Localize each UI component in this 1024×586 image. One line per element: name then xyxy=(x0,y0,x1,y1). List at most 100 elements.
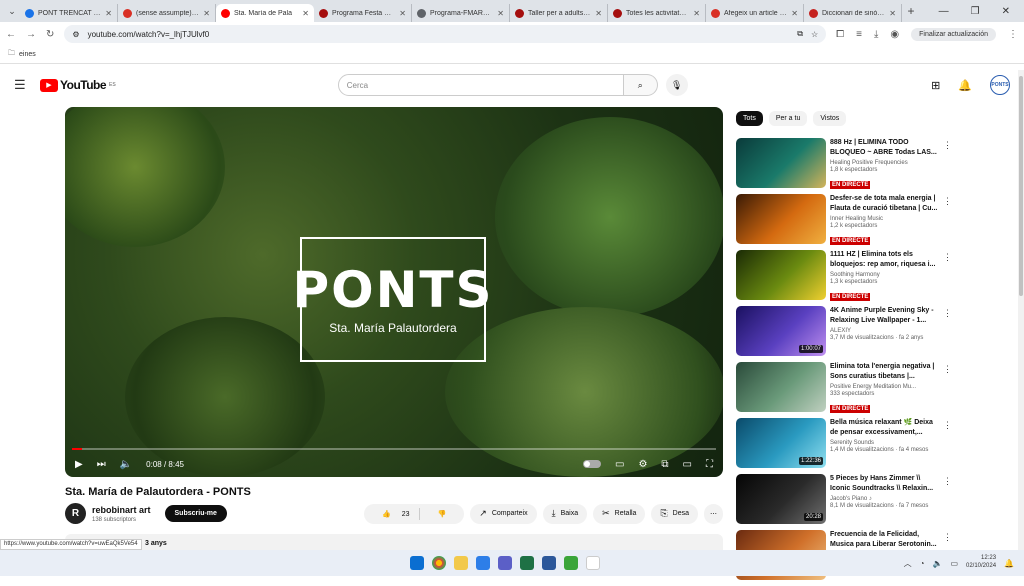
chrome-icon[interactable] xyxy=(432,556,446,570)
voice-search-icon[interactable]: 🎙 xyxy=(665,74,688,96)
filter-chip[interactable]: Per a tu xyxy=(768,111,808,126)
more-options-icon[interactable]: ⋮ xyxy=(943,364,952,375)
site-info-icon[interactable]: ⚙ xyxy=(72,30,79,39)
recommendation-item[interactable]: Desfer-se de tota mala energia | Flauta … xyxy=(736,194,952,250)
downloads-icon[interactable]: ⤓ xyxy=(874,29,878,40)
battery-icon[interactable]: ▭ xyxy=(950,559,958,568)
recommendation-channel[interactable]: ALEXIY xyxy=(830,328,938,334)
video-thumbnail[interactable] xyxy=(736,250,826,300)
tab-close-icon[interactable]: ✕ xyxy=(791,9,798,18)
recommendation-title[interactable]: Bella música relaxant 🌿 Deixa de pensar … xyxy=(830,418,938,438)
video-thumbnail[interactable]: 20:28 xyxy=(736,474,826,524)
tab-close-icon[interactable]: ✕ xyxy=(595,9,602,18)
browser-tab[interactable]: Taller per a adults: Inf ✕ xyxy=(510,4,608,22)
recommendation-title[interactable]: Frecuencia de la Felicidad, Musica para … xyxy=(830,530,938,550)
subtitles-icon[interactable]: ▭ xyxy=(615,459,624,470)
url-text[interactable]: youtube.com/watch?v=_lhjTJUlvf0 xyxy=(88,30,790,39)
more-actions-button[interactable]: ⋯ xyxy=(704,503,723,524)
filter-chip[interactable]: Vistos xyxy=(813,111,847,126)
channel-name[interactable]: rebobinart art xyxy=(92,505,151,515)
recommendation-item[interactable]: 1:00:07 4K Anime Purple Evening Sky - Re… xyxy=(736,306,952,362)
recommendation-channel[interactable]: Serenity Sounds xyxy=(830,440,938,446)
channel-avatar[interactable]: R xyxy=(65,503,86,524)
file-explorer-icon[interactable] xyxy=(454,556,468,570)
tab-close-icon[interactable]: ✕ xyxy=(203,9,210,18)
recommendation-title[interactable]: 5 Pieces by Hans Zimmer \\ Iconic Soundt… xyxy=(830,474,938,494)
dislike-button[interactable]: 👎 xyxy=(420,510,465,518)
video-thumbnail[interactable]: 1:00:07 xyxy=(736,306,826,356)
maximize-icon[interactable]: ❐ xyxy=(971,6,980,17)
browser-tab[interactable]: Afegeix un article nou ✕ xyxy=(706,4,804,22)
new-tab-button[interactable]: + xyxy=(902,4,920,18)
browser-tab[interactable]: Programa Festa Major ✕ xyxy=(314,4,412,22)
search-button[interactable]: ⌕ xyxy=(623,74,658,96)
fullscreen-icon[interactable]: ⛶ xyxy=(706,459,713,470)
bookmark-star-icon[interactable]: ☆ xyxy=(811,30,818,39)
recommendation-title[interactable]: Elimina tota l'energia negativa | Sons c… xyxy=(830,362,938,382)
recommendation-channel[interactable]: Positive Energy Meditation Mu... xyxy=(830,384,938,390)
recommendation-item[interactable]: 888 Hz | ELIMINA TODO BLOQUEO ~ ABRE Tod… xyxy=(736,138,952,194)
back-icon[interactable]: ← xyxy=(6,29,16,40)
tray-arrow-icon[interactable]: ︿ xyxy=(904,558,912,569)
notifications-icon[interactable]: 🔔 xyxy=(958,79,972,92)
close-window-icon[interactable]: ✕ xyxy=(1002,6,1010,17)
browser-tab[interactable]: (sense assumpte) - albar ✕ xyxy=(118,4,216,22)
description-box[interactable]: 3 anys xyxy=(65,534,723,550)
browser-tab[interactable]: PONT TRENCAT dimecres ✕ xyxy=(20,4,118,22)
notification-bell-icon[interactable]: 🔔 xyxy=(1004,559,1014,568)
reading-list-icon[interactable]: ≡ xyxy=(856,29,862,40)
update-button[interactable]: Finalizar actualización xyxy=(911,27,996,41)
download-button[interactable]: ⤓ Baixa xyxy=(542,503,588,524)
page-scrollbar[interactable] xyxy=(1018,70,1024,550)
notes-icon[interactable] xyxy=(586,556,600,570)
create-icon[interactable]: ⊞ xyxy=(931,79,940,92)
tab-close-icon[interactable]: ✕ xyxy=(889,9,896,18)
next-icon[interactable]: ⏭ xyxy=(97,459,106,470)
theater-mode-icon[interactable]: ▭ xyxy=(683,459,692,470)
browser-menu-icon[interactable]: ⋮ xyxy=(1008,29,1018,40)
tab-close-icon[interactable]: ✕ xyxy=(399,9,406,18)
more-options-icon[interactable]: ⋮ xyxy=(943,476,952,487)
more-options-icon[interactable]: ⋮ xyxy=(943,308,952,319)
play-icon[interactable]: ▶ xyxy=(75,459,83,470)
tab-close-icon[interactable]: ✕ xyxy=(693,9,700,18)
video-thumbnail[interactable] xyxy=(736,362,826,412)
address-bar[interactable]: ⚙ youtube.com/watch?v=_lhjTJUlvf0 ⧉ ☆ xyxy=(64,25,827,43)
recommendation-item[interactable]: Elimina tota l'energia negativa | Sons c… xyxy=(736,362,952,418)
recommendation-channel[interactable]: Jacob's Piano ♪ xyxy=(830,496,938,502)
clip-button[interactable]: ✂ Retalla xyxy=(593,503,646,524)
more-options-icon[interactable]: ⋮ xyxy=(943,140,952,151)
bookmark-folder-eines[interactable]: eines xyxy=(19,51,36,58)
start-icon[interactable] xyxy=(410,556,424,570)
save-button[interactable]: ⎘ Desa xyxy=(651,503,698,524)
recommendation-item[interactable]: 1111 HZ | Elimina tots els bloquejos: re… xyxy=(736,250,952,306)
word-icon[interactable] xyxy=(542,556,556,570)
tab-close-icon[interactable]: ✕ xyxy=(302,9,309,18)
extensions-icon[interactable]: ⧠ xyxy=(836,29,844,40)
mail-icon[interactable] xyxy=(476,556,490,570)
wifi-icon[interactable]: ◔ xyxy=(920,559,925,568)
search-input[interactable]: Cerca xyxy=(337,74,624,96)
scrollbar-thumb[interactable] xyxy=(1019,76,1023,296)
browser-tab[interactable]: Totes les activitats - Bib ✕ xyxy=(608,4,706,22)
recommendation-channel[interactable]: Inner Healing Music xyxy=(830,216,938,222)
app-icon[interactable] xyxy=(564,556,578,570)
recommendation-item[interactable]: 1:22:36 Bella música relaxant 🌿 Deixa de… xyxy=(736,418,952,474)
more-options-icon[interactable]: ⋮ xyxy=(943,196,952,207)
more-options-icon[interactable]: ⋮ xyxy=(943,420,952,431)
guide-menu-icon[interactable]: ☰ xyxy=(14,77,38,93)
more-options-icon[interactable]: ⋮ xyxy=(943,252,952,263)
more-options-icon[interactable]: ⋮ xyxy=(943,532,952,543)
install-icon[interactable]: ⧉ xyxy=(797,29,803,39)
progress-bar[interactable] xyxy=(72,448,716,450)
teams-icon[interactable] xyxy=(498,556,512,570)
recommendation-title[interactable]: 1111 HZ | Elimina tots els bloquejos: re… xyxy=(830,250,938,270)
video-thumbnail[interactable] xyxy=(736,194,826,244)
volume-icon[interactable]: 🔈 xyxy=(120,459,132,470)
minimize-icon[interactable]: — xyxy=(939,6,949,17)
reload-icon[interactable]: ↻ xyxy=(46,29,54,40)
tab-search-icon[interactable]: ⌄ xyxy=(4,3,20,19)
filter-chip[interactable]: Tots xyxy=(736,111,763,126)
subscribe-button[interactable]: Subscriu-me xyxy=(164,505,227,522)
recommendation-channel[interactable]: Soothing Harmony xyxy=(830,272,938,278)
